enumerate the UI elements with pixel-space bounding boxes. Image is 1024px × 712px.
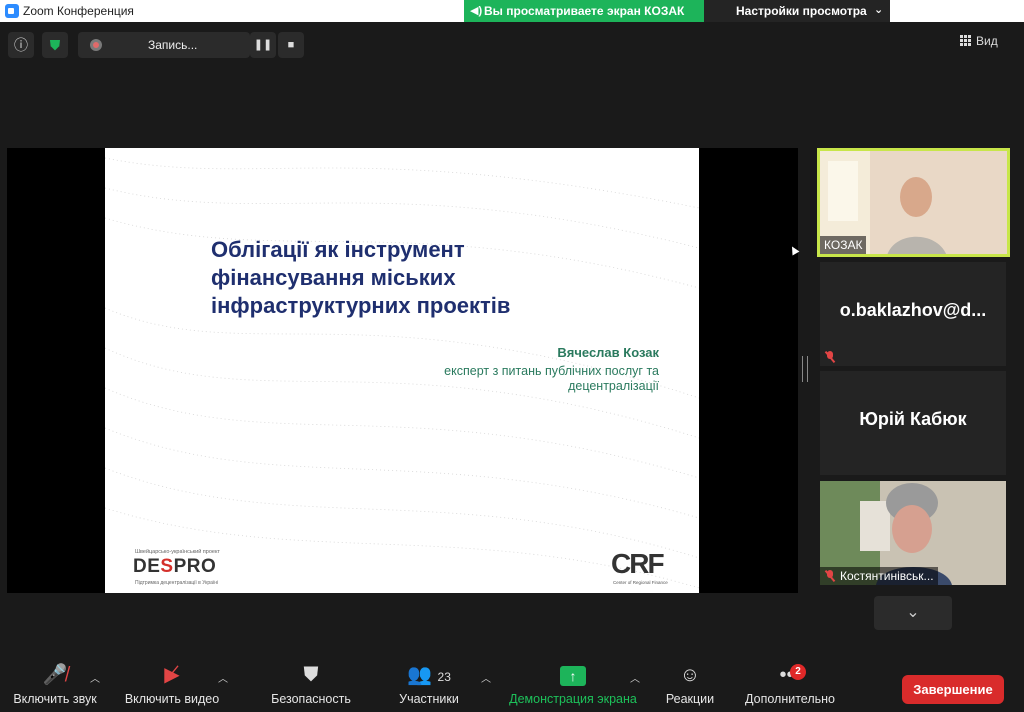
reactions-button[interactable]: ☺ Реакции [660,662,720,706]
slide-role-line: децентралізації [568,379,659,393]
recording-label: Запись... [148,38,198,52]
participant-tile-kostiantynivska[interactable]: Костянтинівськ... [820,481,1006,585]
shared-screen: Облігації як інструмент фінансування міс… [7,148,798,593]
participants-icon: 👥 23 [407,664,451,686]
video-off-icon: ▶̸ [164,664,180,686]
window-title: Zoom Конференция [23,4,134,18]
title-bar: Zoom Конференция ◀) Вы просматриваете эк… [0,0,1024,22]
slide-author: Вячеслав Козак [557,345,659,360]
participant-name-large: Юрій Кабюк [859,409,967,429]
despro-logo-part: PRO [173,556,217,577]
recording-dot-icon [90,39,102,51]
chevron-down-icon: ⌄ [906,604,920,621]
participants-button[interactable]: 👥 23 Участники [394,662,464,706]
slide-title-line: фінансування міських [211,265,456,290]
slide-title-line: Облігації як інструмент [211,237,465,262]
participant-name: Костянтинівськ... [840,569,934,583]
slide-author-role: експерт з питань публічних послуг та дец… [395,364,659,394]
security-label: Безопасность [271,692,351,706]
share-screen-icon: ↑ [502,662,644,688]
participant-tile-kozak[interactable]: КОЗАК [817,148,1010,257]
security-button[interactable]: ⛊ Безопасность [266,662,356,706]
gallery-scroll-down-button[interactable]: ⌄ [874,596,952,630]
participants-label: Участники [399,692,459,706]
smiley-icon: ☺ [679,664,701,686]
despro-logo: DESPRO [133,556,216,578]
video-options-caret-icon[interactable]: ︿ [218,670,228,685]
grid-icon [960,35,972,47]
security-shield-icon[interactable]: ⛊ [42,32,68,58]
recording-indicator: Запись... [78,32,250,58]
participants-options-caret-icon[interactable]: ︿ [481,670,491,685]
shield-icon: ⛊ [303,664,319,686]
participant-name-large: o.baklazhov@d... [839,300,987,320]
viewing-screen-banner: ◀) Вы просматриваете экран КОЗАК [464,0,704,22]
audio-options-caret-icon[interactable]: ︿ [90,670,100,685]
despro-logo-part: DE [133,556,161,577]
participants-count: 23 [437,670,451,684]
despro-caption: Швейцарсько-український проект [135,549,220,555]
view-options-label: Настройки просмотра [736,4,867,18]
start-video-button[interactable]: ▶̸ Включить видео [118,662,226,706]
view-layout-button[interactable]: Вид [960,34,998,48]
chevron-down-icon: ⌄ [874,4,884,16]
resize-handle[interactable] [802,356,808,382]
meeting-area: ⓘ ⛊ Запись... ❚❚ ■ Вид Облігації як інст… [0,22,1024,712]
view-label: Вид [976,34,998,48]
reactions-label: Реакции [665,692,715,706]
slide-title-line: інфраструктурних проектів [211,293,511,318]
pause-recording-icon[interactable]: ❚❚ [250,32,276,58]
mic-off-icon [824,351,836,363]
crf-caption: Center of Regional Finance [613,580,668,585]
mic-off-icon [824,570,836,582]
end-meeting-button[interactable]: Завершение [902,675,1004,704]
more-label: Дополнительно [745,692,835,706]
stop-recording-icon[interactable]: ■ [278,32,304,58]
view-options-button[interactable]: Настройки просмотра ⌄ [704,0,890,22]
start-video-label: Включить видео [124,692,220,706]
zoom-app-icon [5,4,19,18]
unmute-label: Включить звук [13,692,97,706]
crf-logo: CRF [611,548,665,579]
participant-name: КОЗАК [820,236,867,254]
despro-logo-s: S [160,556,174,577]
slide-role-line: експерт з питань публічних послуг та [444,364,659,378]
despro-subcaption: Підтримка децентралізації в Україні [135,580,219,586]
more-notification-badge: 2 [790,664,806,680]
share-screen-label: Демонстрация экрана [509,692,637,706]
muted-indicator [820,348,844,366]
slide-title: Облігації як інструмент фінансування міс… [211,236,631,320]
meeting-info-icon[interactable]: ⓘ [8,32,34,58]
meeting-toolbar: 🎤̸ Включить звук ︿ ▶̸ Включить видео ︿ ⛊… [0,640,1024,712]
presentation-slide: Облігації як інструмент фінансування міс… [105,148,699,593]
participant-name-with-status: Костянтинівськ... [820,567,938,585]
viewing-screen-text: Вы просматриваете экран КОЗАК [484,4,685,18]
speaker-icon: ◀) [470,5,483,17]
participant-tile-kabiuk[interactable]: Юрій Кабюк [820,371,1006,475]
share-screen-button[interactable]: ↑ Демонстрация экрана [502,662,644,706]
share-options-caret-icon[interactable]: ︿ [630,670,640,685]
participant-tile-baklazhov[interactable]: o.baklazhov@d... [820,262,1006,366]
